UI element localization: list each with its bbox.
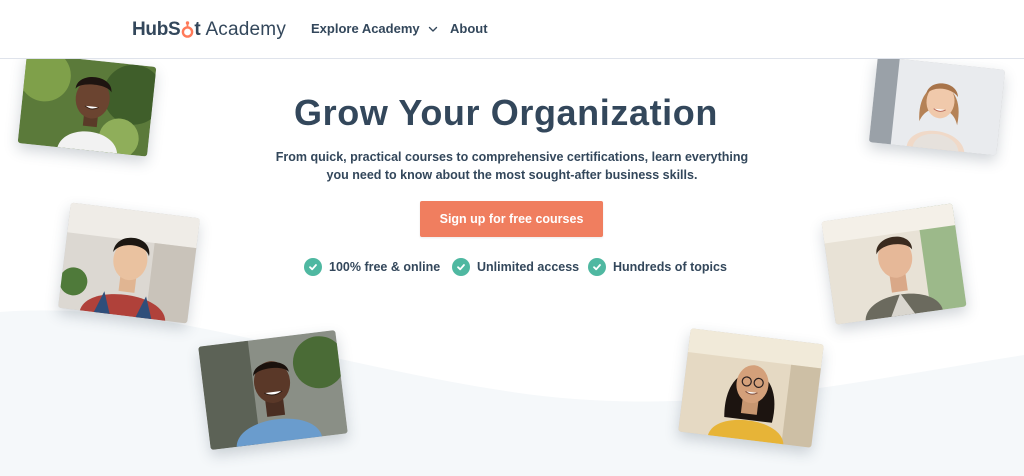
learner-photo-bottom-right [678,328,824,448]
feature-item-unlimited: Unlimited access [452,258,579,276]
learner-photo-mid-right [821,203,967,325]
logo-academy: Academy [205,19,287,40]
logo-brand: HubS t [132,19,201,40]
hero-subtitle: From quick, practical courses to compreh… [262,148,762,184]
check-circle-icon [588,258,606,276]
feature-item-free: 100% free & online [304,258,440,276]
check-circle-icon [304,258,322,276]
hero-subtitle-line-2: you need to know about the most sought-a… [326,168,698,182]
hero-subtitle-line-1: From quick, practical courses to compreh… [275,150,749,164]
nav-about[interactable]: About [450,21,488,36]
learner-photo-top-right [868,56,1006,156]
hubspot-academy-logo[interactable]: HubS t Academy [132,17,286,43]
learner-photo-top-left [17,53,157,157]
chevron-down-icon [428,26,437,32]
sprocket-icon [181,20,194,40]
top-navbar: HubS t Academy Explore Academy About [0,0,1024,59]
check-circle-icon [452,258,470,276]
learner-photo-bottom-left [198,329,348,451]
learner-photo-mid-left [58,202,200,324]
nav-explore-academy[interactable]: Explore Academy [311,21,438,36]
sign-up-button[interactable]: Sign up for free courses [420,201,603,237]
feature-item-topics: Hundreds of topics [588,258,727,276]
